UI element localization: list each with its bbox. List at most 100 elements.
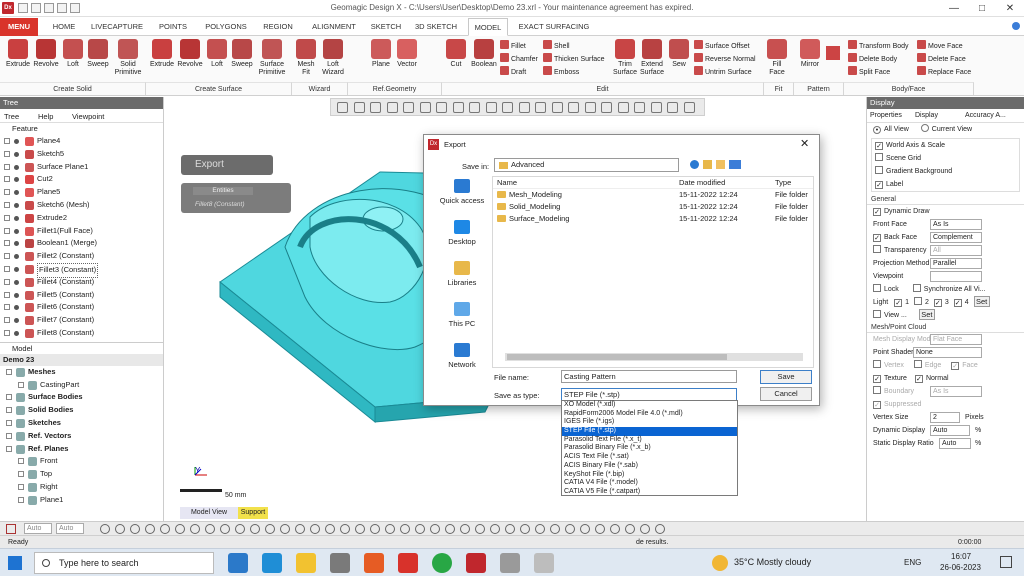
trim-surface-button[interactable]: Trim Surface <box>612 39 638 77</box>
visibility-icon[interactable] <box>14 254 19 260</box>
tab-livecapture[interactable]: LIVECAPTURE <box>86 18 148 36</box>
bottom-tool-icon[interactable] <box>280 524 290 534</box>
up-folder-icon[interactable] <box>703 160 712 169</box>
shell-button[interactable]: Shell <box>543 40 570 52</box>
loft-surface-button[interactable]: Loft <box>206 39 228 69</box>
view-tool-icon[interactable] <box>568 102 579 113</box>
thicken-surface-button[interactable]: Thicken Surface <box>543 53 605 65</box>
feature-item[interactable]: Fillet5 (Constant) <box>0 289 163 302</box>
tab-menu[interactable]: MENU <box>0 18 38 36</box>
expand-icon[interactable] <box>4 150 10 157</box>
model-checkbox[interactable] <box>6 407 12 414</box>
reverse-normal-button[interactable]: Reverse Normal <box>694 53 756 65</box>
extend-surface-button[interactable]: Extend Surface <box>638 39 666 77</box>
model-item[interactable]: Meshes <box>0 366 163 379</box>
file-type-option[interactable]: KeyShot File (*.bip) <box>562 471 737 480</box>
bottom-tool-icon[interactable] <box>565 524 575 534</box>
bottom-tool-icon[interactable] <box>595 524 605 534</box>
tab-model-view[interactable]: Model View <box>180 507 238 519</box>
pattern-icon[interactable] <box>826 46 840 60</box>
bottom-tool-icon[interactable] <box>370 524 380 534</box>
expand-icon[interactable] <box>4 176 10 183</box>
col-name[interactable]: Name <box>497 177 517 189</box>
feature-item[interactable]: Fillet1(Full Face) <box>0 225 163 238</box>
file-type-option[interactable]: Parasolid Binary File (*.x_b) <box>562 444 737 453</box>
file-type-option[interactable]: CATIA V4 File (*.model) <box>562 479 737 488</box>
model-item[interactable]: Front <box>0 455 163 468</box>
world-axis-checkbox[interactable]: ✓ <box>875 142 883 150</box>
visibility-icon[interactable] <box>14 292 19 298</box>
visibility-icon[interactable] <box>14 305 19 311</box>
sweep-solid-button[interactable]: Sweep <box>86 39 110 69</box>
filter-select-1[interactable]: Auto <box>24 523 52 534</box>
fillet-button[interactable]: Fillet <box>500 40 526 52</box>
file-type-option[interactable]: CATIA V5 File (*.catpart) <box>562 488 737 497</box>
transparency-select[interactable]: All <box>930 245 982 256</box>
view-tool-icon[interactable] <box>535 102 546 113</box>
tab-help[interactable]: Help <box>38 112 53 121</box>
clock-date[interactable]: 26-06-2023 <box>940 563 981 572</box>
light-2-checkbox[interactable] <box>914 297 922 305</box>
tab-3d-sketch[interactable]: 3D SKETCH <box>408 18 464 36</box>
tab-points[interactable]: POINTS <box>152 18 194 36</box>
light-1-checkbox[interactable]: ✓ <box>894 299 903 307</box>
feature-item[interactable]: Cut2 <box>0 173 163 186</box>
boundary-checkbox[interactable] <box>873 386 881 394</box>
transform-body-button[interactable]: Transform Body <box>848 40 909 52</box>
file-type-option[interactable]: ACIS Text File (*.sat) <box>562 453 737 462</box>
model-checkbox[interactable] <box>18 471 24 478</box>
expand-icon[interactable] <box>4 214 10 221</box>
file-row[interactable]: Surface_Modeling 15-11-2022 12:24 File fol… <box>493 213 813 225</box>
back-icon[interactable] <box>690 160 699 169</box>
entity-item[interactable]: Fillet8 (Constant) <box>195 201 245 208</box>
tab-polygons[interactable]: POLYGONS <box>198 18 254 36</box>
view-tool-icon[interactable] <box>419 102 431 113</box>
store-icon[interactable] <box>330 553 350 573</box>
light-3-checkbox[interactable]: ✓ <box>933 299 942 307</box>
suppressed-checkbox[interactable]: ✓ <box>873 401 881 409</box>
bottom-tool-icon[interactable] <box>250 524 260 534</box>
view-tool-icon[interactable] <box>551 102 563 113</box>
draft-button[interactable]: Draft <box>500 66 526 78</box>
boundary-select[interactable]: As Is <box>930 386 982 397</box>
normal-checkbox[interactable]: ✓ <box>914 375 923 383</box>
feature-item[interactable]: Surface Plane1 <box>0 161 163 174</box>
filter-select-2[interactable]: Auto <box>56 523 84 534</box>
view-tool-icon[interactable] <box>337 102 348 113</box>
model-item[interactable]: Plane1 <box>0 494 163 507</box>
place-desktop[interactable]: Desktop <box>430 220 494 258</box>
view-menu-icon[interactable] <box>729 160 741 169</box>
bottom-tool-icon[interactable] <box>610 524 620 534</box>
place-libraries[interactable]: Libraries <box>430 261 494 299</box>
bottom-tool-icon[interactable] <box>340 524 350 534</box>
tab-exact-surfacing[interactable]: EXACT SURFACING <box>512 18 596 36</box>
view-tool-icon[interactable] <box>617 102 629 113</box>
cancel-button[interactable]: Cancel <box>760 387 812 401</box>
language-indicator[interactable]: ENG <box>904 558 921 567</box>
view-tool-icon[interactable] <box>370 102 381 113</box>
move-face-button[interactable]: Move Face <box>917 40 963 52</box>
place-this-pc[interactable]: This PC <box>430 302 494 340</box>
expand-icon[interactable] <box>4 253 10 260</box>
feature-item[interactable]: Sketch6 (Mesh) <box>0 199 163 212</box>
sew-button[interactable]: Sew <box>668 39 690 69</box>
bottom-tool-icon[interactable] <box>205 524 215 534</box>
lock-checkbox[interactable] <box>873 284 881 292</box>
model-item[interactable]: Solid Bodies <box>0 404 163 417</box>
bottom-tool-icon[interactable] <box>385 524 395 534</box>
model-root[interactable]: Demo 23 <box>0 353 163 366</box>
task-view-icon[interactable] <box>228 553 248 573</box>
bottom-tool-icon[interactable] <box>265 524 275 534</box>
view-tool-icon[interactable] <box>584 102 596 113</box>
help-icon[interactable] <box>1012 22 1020 30</box>
model-item[interactable]: Right <box>0 481 163 494</box>
expand-icon[interactable] <box>4 329 10 336</box>
sync-checkbox[interactable] <box>912 284 921 292</box>
view-tool-icon[interactable] <box>452 102 464 113</box>
dynamic-draw-checkbox[interactable]: ✓ <box>873 208 881 216</box>
point-shader-select[interactable]: None <box>913 347 982 358</box>
view-tool-icon[interactable] <box>436 102 447 113</box>
tab-model[interactable]: MODEL <box>468 18 508 36</box>
bottom-tool-icon[interactable] <box>505 524 515 534</box>
view-tool-icon[interactable] <box>518 102 530 113</box>
